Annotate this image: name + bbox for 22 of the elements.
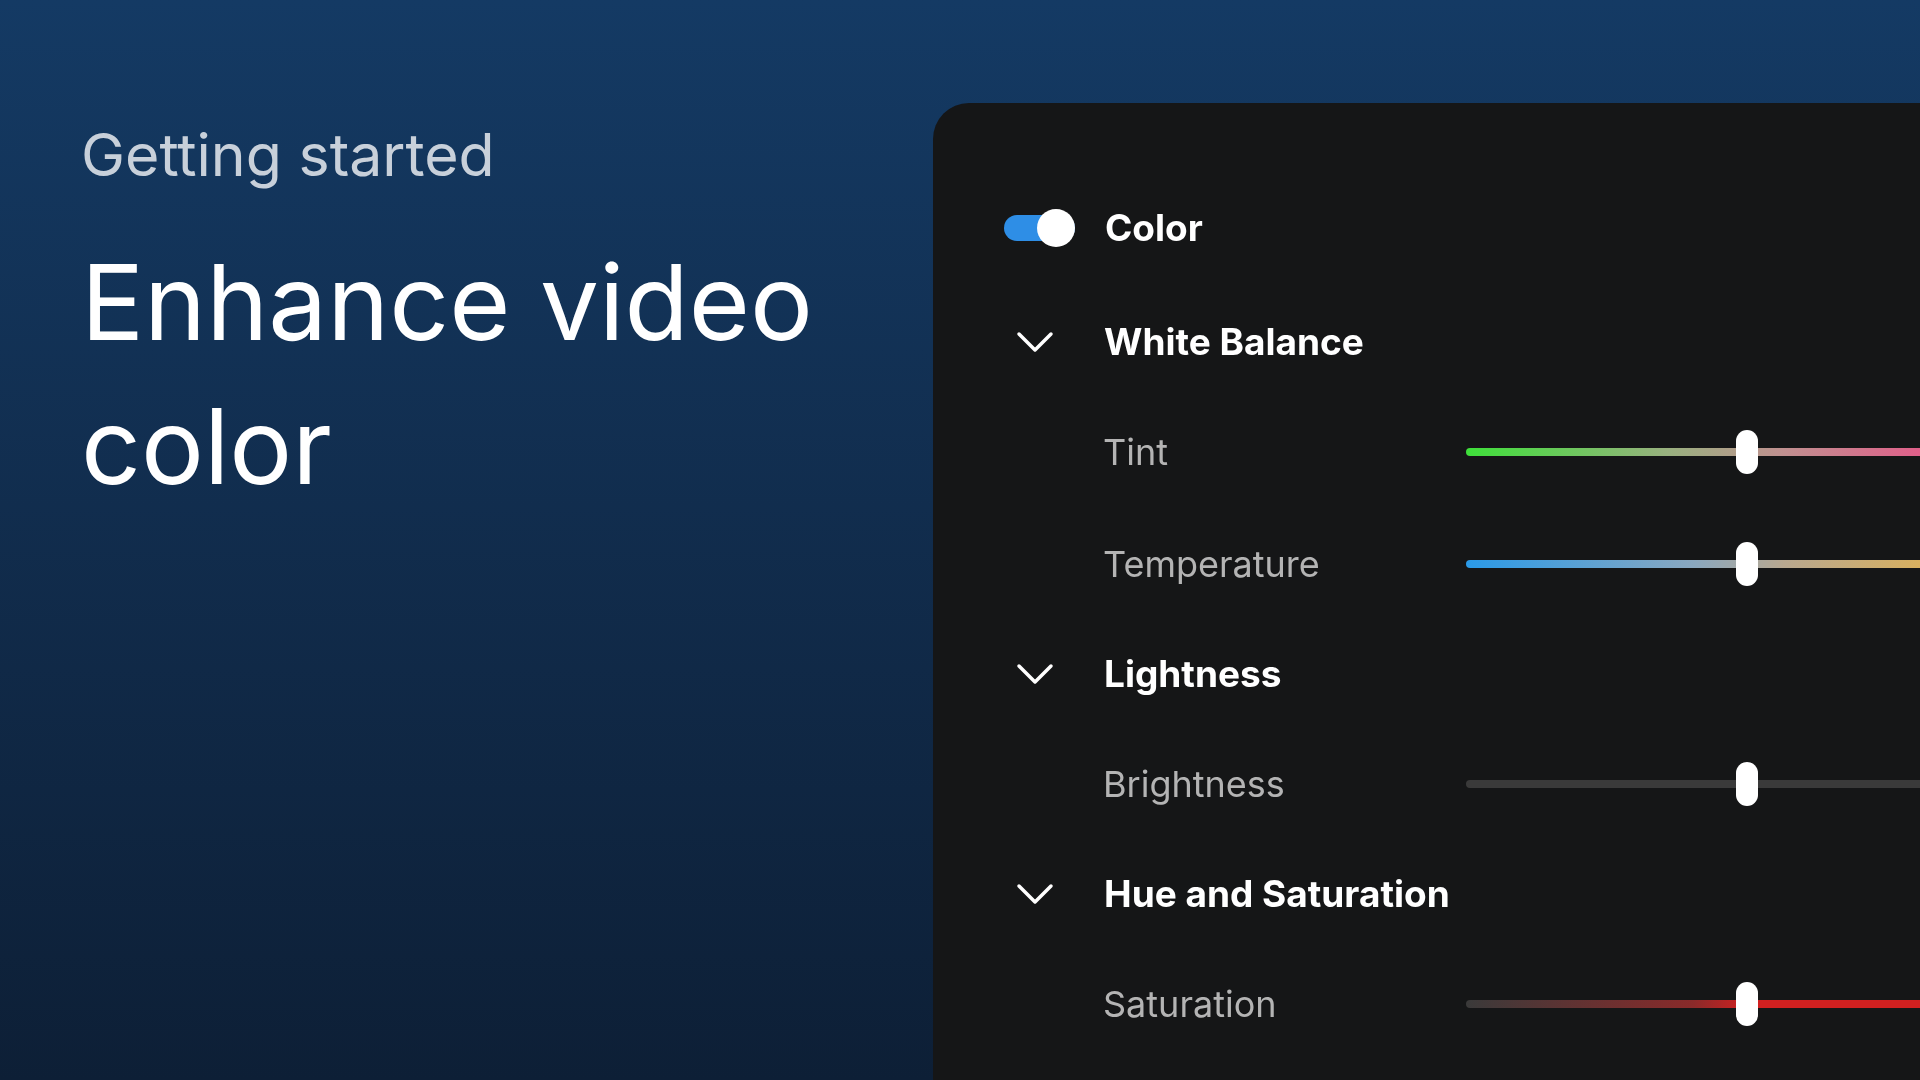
section-title: Hue and Saturation bbox=[1104, 870, 1450, 919]
slider[interactable] bbox=[1466, 982, 1920, 1026]
section-title: Lightness bbox=[1104, 650, 1282, 699]
slider[interactable] bbox=[1466, 430, 1920, 474]
slider-thumb[interactable] bbox=[1736, 542, 1759, 586]
slider-label: Temperature bbox=[1103, 541, 1321, 588]
slider-label: Brightness bbox=[1103, 761, 1286, 808]
page-title: Enhance video color bbox=[81, 236, 814, 511]
chevron-icon[interactable] bbox=[1016, 663, 1054, 685]
chevron-icon[interactable] bbox=[1016, 331, 1054, 353]
slider[interactable] bbox=[1466, 542, 1920, 586]
slider-thumb[interactable] bbox=[1736, 762, 1759, 806]
toggle-switch[interactable] bbox=[1004, 209, 1075, 247]
chevron-icon[interactable] bbox=[1016, 883, 1054, 905]
eyebrow-text: Getting started bbox=[81, 118, 495, 192]
slider-thumb[interactable] bbox=[1736, 430, 1759, 474]
slider-label: Tint bbox=[1103, 429, 1169, 476]
slider[interactable] bbox=[1466, 762, 1920, 806]
slider-label: Saturation bbox=[1103, 981, 1278, 1028]
section-title: White Balance bbox=[1104, 318, 1364, 367]
toggle-label: Color bbox=[1105, 204, 1203, 253]
slider-thumb[interactable] bbox=[1736, 982, 1759, 1026]
